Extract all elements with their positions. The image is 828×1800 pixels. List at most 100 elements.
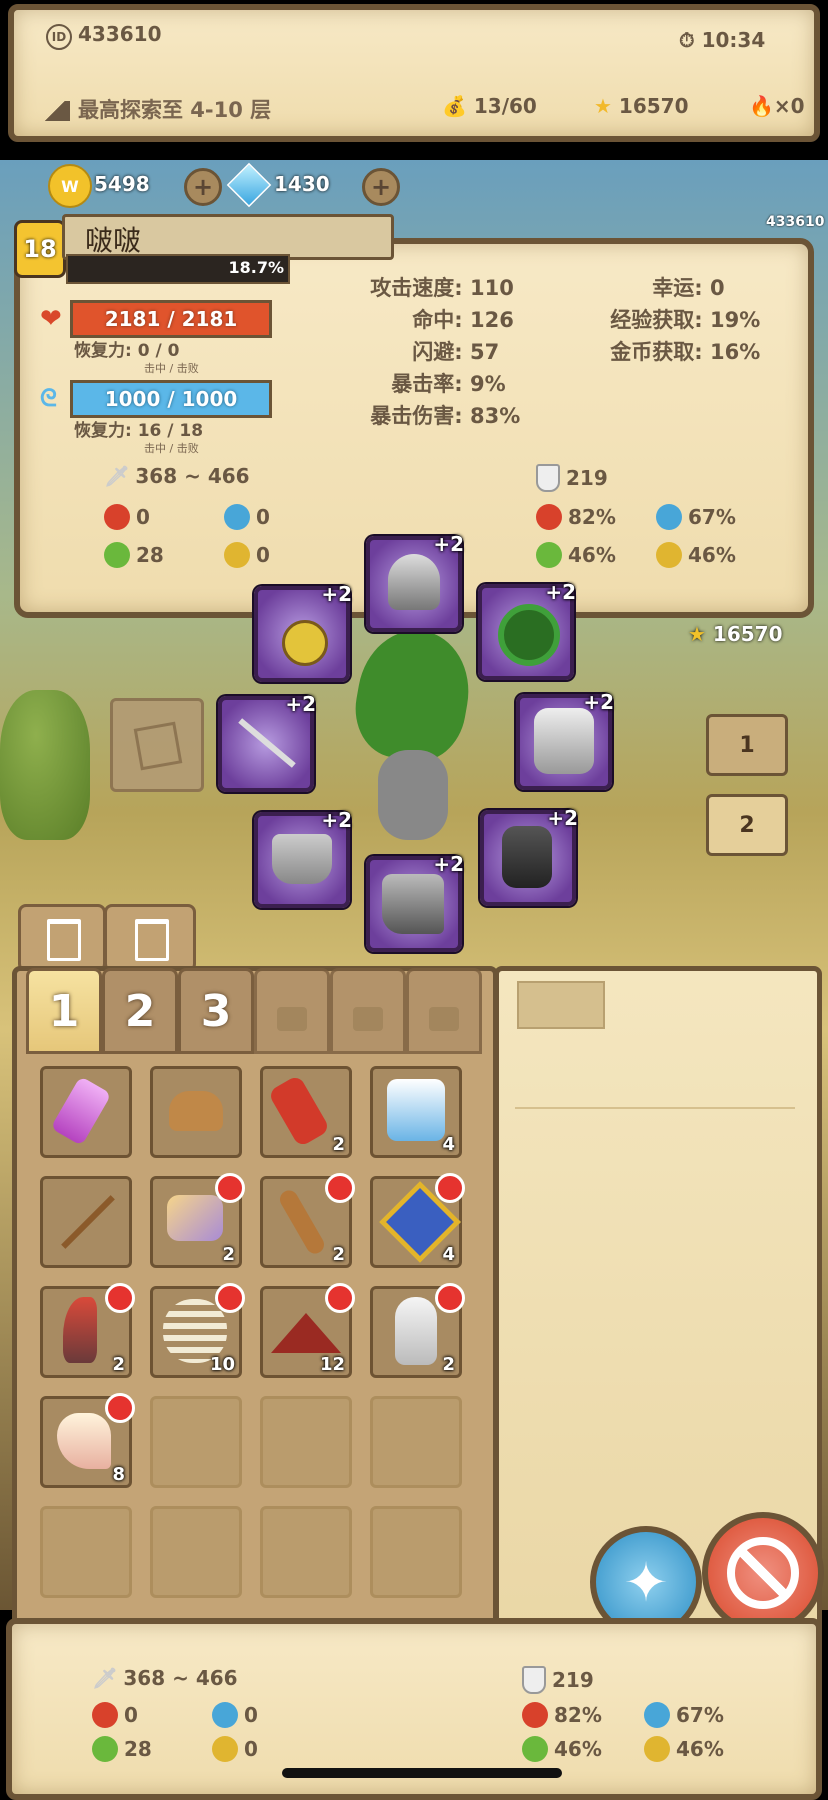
inventory-slot[interactable]: 2 [260, 1173, 355, 1268]
tab-locked-5[interactable] [330, 968, 406, 1054]
boots-icon [382, 874, 444, 934]
inventory-slot-empty[interactable] [150, 1506, 242, 1598]
poison-element-icon [92, 1736, 118, 1762]
mp-regen: 恢复力: 16 / 18 [74, 421, 204, 441]
boots-slot[interactable]: +2 [366, 852, 464, 952]
inventory-slot-empty[interactable] [150, 1396, 242, 1488]
gem-amount: 1430 [274, 172, 330, 196]
stat-gold-gain: 金币获取: 16% [610, 340, 761, 364]
tab-locked-6[interactable] [406, 968, 482, 1054]
hero-character [347, 610, 479, 850]
bottom-ice-atk: 0 [212, 1702, 258, 1728]
inventory-slot[interactable]: 2 [150, 1173, 245, 1268]
exp-bar: 18.7% [66, 254, 290, 284]
gloves-upgrade-level: +2 [547, 806, 578, 830]
inventory-slot-empty[interactable] [260, 1396, 352, 1488]
hero-name: 啵啵 [85, 224, 142, 257]
bottom-fire-atk: 0 [92, 1702, 138, 1728]
item-detail-header [517, 981, 605, 1029]
gloves-slot[interactable]: +2 [480, 806, 578, 906]
gold-amount: 5498 [94, 172, 150, 196]
add-gold-button[interactable]: + [184, 168, 222, 206]
armor-slot[interactable]: +2 [516, 690, 614, 790]
inventory-slot-empty[interactable] [260, 1506, 352, 1598]
shield-icon [536, 464, 560, 492]
hero-id: 433610 [766, 214, 825, 230]
stat-crit-rate: 暴击率: 9% [391, 372, 506, 396]
inventory-slot[interactable] [150, 1066, 242, 1158]
inventory-slot[interactable]: 10 [150, 1283, 245, 1378]
dust-icon [271, 1313, 341, 1353]
inventory-slot[interactable] [40, 1176, 132, 1268]
bottom-ice-res: 67% [644, 1702, 724, 1728]
trash-settings-button[interactable] [104, 904, 196, 972]
card-icon [133, 721, 183, 771]
currency-bar: W 5498 + 1430 + [48, 162, 418, 208]
bottom-defense: 219 [522, 1666, 594, 1694]
equip-set-2-button[interactable]: 2 [706, 794, 788, 856]
special-slot[interactable] [110, 698, 204, 792]
mp-bar: 1000 / 1000 [70, 380, 272, 418]
weapon-slot[interactable]: +2 [218, 692, 316, 792]
new-item-dot [105, 1393, 135, 1423]
stats-middle: 攻击速度: 110 命中: 126 闪避: 57 暴击率: 9% 暴击伤害: 8… [330, 272, 530, 432]
poison-element-icon [104, 542, 130, 568]
new-item-dot [435, 1173, 465, 1203]
equip-set-1-button[interactable]: 1 [706, 714, 788, 776]
inventory-slot-empty[interactable] [370, 1506, 462, 1598]
new-item-dot [215, 1283, 245, 1313]
fire-element-icon [92, 1702, 118, 1728]
gold-star-icon: ★ [688, 622, 706, 646]
bottom-poison-res: 46% [522, 1736, 602, 1762]
ice-resist-icon [656, 504, 682, 530]
inventory-slot[interactable]: 8 [40, 1393, 135, 1488]
sword-icon: 🗡 [92, 1666, 118, 1690]
heart-icon: ❤ [40, 304, 62, 334]
new-item-dot [435, 1283, 465, 1313]
ice-element-icon [224, 504, 250, 530]
fangs-icon [57, 1413, 111, 1469]
stat-dodge: 闪避: 57 [412, 340, 500, 364]
ring-slot[interactable]: +2 [478, 580, 576, 680]
inventory-slot[interactable]: 2 [40, 1283, 135, 1378]
tab-3[interactable]: 3 [178, 968, 254, 1054]
pants-slot[interactable]: +2 [254, 808, 352, 908]
weapon-upgrade-level: +2 [285, 692, 316, 716]
trash-button[interactable] [18, 904, 106, 972]
helmet-upgrade-level: +2 [433, 532, 464, 556]
inventory-slot[interactable]: 2 [260, 1066, 352, 1158]
tab-2[interactable]: 2 [102, 968, 178, 1054]
tab-locked-4[interactable] [254, 968, 330, 1054]
ore-icon [167, 1195, 223, 1241]
scroll-icon [267, 1074, 331, 1148]
inventory-slot-empty[interactable] [370, 1396, 462, 1488]
inventory-slot[interactable]: 12 [260, 1283, 355, 1378]
ring-upgrade-level: +2 [545, 580, 576, 604]
helmet-slot[interactable]: +2 [366, 532, 464, 632]
goblin-enemy [0, 690, 90, 840]
necklace-slot[interactable]: +2 [254, 582, 352, 682]
inventory-slot[interactable] [40, 1066, 132, 1158]
inventory-slot-empty[interactable] [40, 1506, 132, 1598]
inventory-slot[interactable]: 4 [370, 1066, 462, 1158]
horn-icon [63, 1297, 97, 1363]
max-explore: 最高探索至 4-10 层 [40, 94, 271, 124]
trash-icon [47, 919, 81, 961]
sword-icon: 🗡 [104, 464, 130, 488]
club-icon [276, 1187, 328, 1257]
exp-percent: 18.7% [228, 258, 284, 277]
cancel-button[interactable] [702, 1512, 824, 1634]
player-id: ID 433610 [46, 22, 162, 50]
inventory-slot[interactable]: 2 [370, 1283, 465, 1378]
hp-regen-sub: 击中 / 击败 [144, 362, 199, 375]
add-gem-button[interactable]: + [362, 168, 400, 206]
top-panel: ID 433610 ⏱ 10:34 最高探索至 4-10 层 💰 13/60 ★ … [8, 4, 820, 142]
tab-1[interactable]: 1 [26, 968, 102, 1054]
fire-resist-icon [522, 1702, 548, 1728]
stairs-icon [40, 101, 70, 121]
lock-icon [429, 1007, 459, 1031]
inventory-slot[interactable]: 4 [370, 1173, 465, 1268]
new-item-dot [325, 1283, 355, 1313]
detail-divider [515, 1107, 795, 1109]
fire-icon: 🔥 [749, 94, 774, 118]
